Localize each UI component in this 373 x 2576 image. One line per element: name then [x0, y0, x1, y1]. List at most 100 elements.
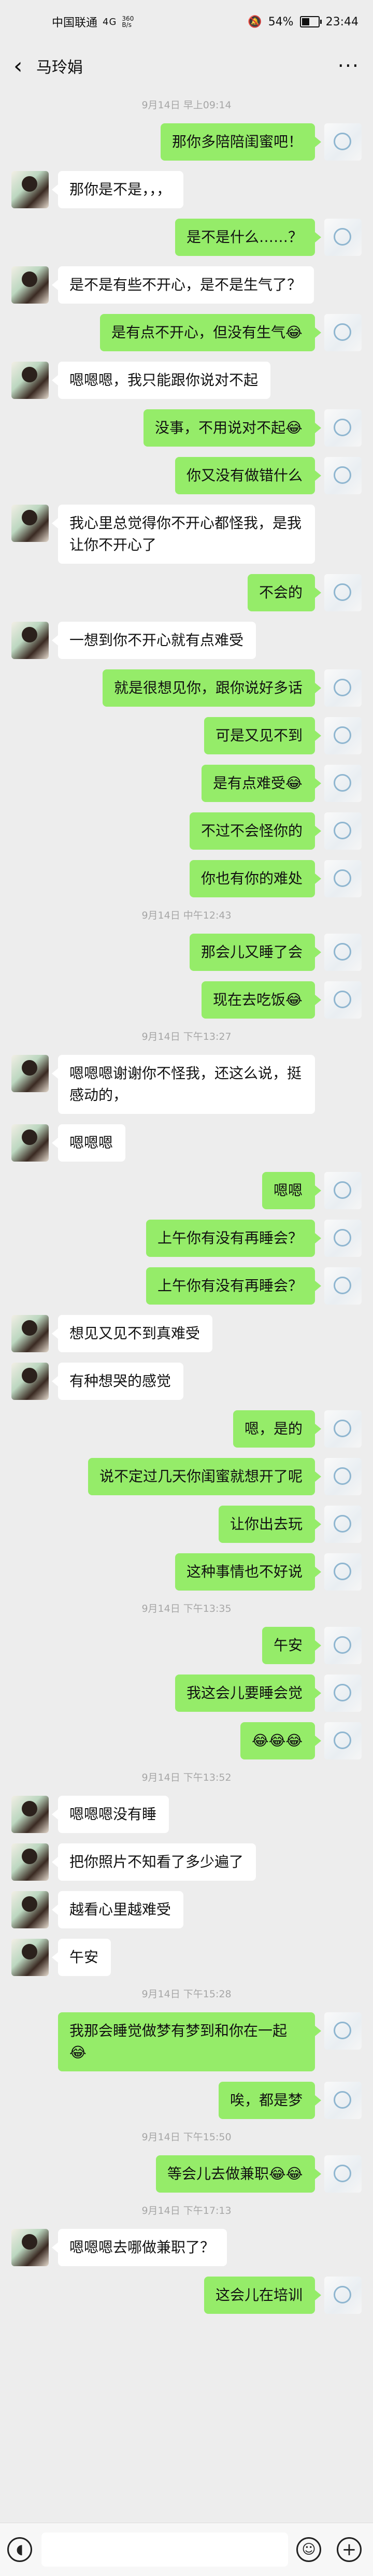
sent-message-bubble[interactable]: 那会儿又睡了会: [190, 934, 321, 971]
message-input[interactable]: [41, 2532, 288, 2567]
sent-message-bubble[interactable]: 嗯嗯: [262, 1172, 321, 1209]
my-avatar[interactable]: [324, 1458, 362, 1495]
more-dots-icon[interactable]: ···: [338, 54, 360, 77]
sent-message-bubble[interactable]: 这种事情也不好说: [175, 1553, 321, 1591]
my-avatar[interactable]: [324, 123, 362, 161]
message-row: 想见又见不到真难受: [0, 1315, 373, 1352]
voice-icon[interactable]: ◖: [7, 2537, 32, 2562]
received-message-bubble[interactable]: 想见又见不到真难受: [52, 1315, 212, 1352]
received-message-bubble[interactable]: 我心里总觉得你不开心都怪我，是我让你不开心了: [52, 505, 315, 564]
my-avatar[interactable]: [324, 1722, 362, 1759]
received-message-bubble[interactable]: 把你照片不知看了多少遍了: [52, 1843, 256, 1881]
my-avatar[interactable]: [324, 860, 362, 897]
contact-avatar[interactable]: [11, 1124, 49, 1162]
sent-message-bubble[interactable]: 这会儿在培训: [204, 2277, 321, 2314]
sent-message-bubble[interactable]: 不过不会怪你的: [190, 812, 321, 850]
received-message-bubble[interactable]: 是不是有些不开心，是不是生气了？: [52, 266, 314, 304]
contact-avatar[interactable]: [11, 1315, 49, 1352]
my-avatar[interactable]: [324, 1506, 362, 1543]
my-avatar[interactable]: [324, 1267, 362, 1305]
contact-avatar[interactable]: [11, 2229, 49, 2266]
received-message-bubble[interactable]: 越看心里越难受: [52, 1891, 183, 1928]
contact-avatar[interactable]: [11, 622, 49, 659]
contact-avatar[interactable]: [11, 1796, 49, 1833]
sent-message-bubble[interactable]: 我那会睡觉做梦有梦到和你在一起😂: [58, 2012, 321, 2071]
contact-avatar[interactable]: [11, 1843, 49, 1881]
sent-message-bubble[interactable]: 那你多陪陪闺蜜吧！: [161, 123, 321, 161]
received-message-bubble[interactable]: 嗯嗯嗯谢谢你不怪我，还这么说，挺感动的，: [52, 1055, 315, 1114]
contact-avatar[interactable]: [11, 1939, 49, 1976]
received-message-bubble[interactable]: 嗯嗯嗯: [52, 1124, 125, 1162]
sent-message-bubble[interactable]: 等会儿去做兼职😂😂: [156, 2155, 321, 2193]
my-avatar[interactable]: [324, 574, 362, 611]
sent-message-bubble[interactable]: 上午你有没有再睡会？: [146, 1267, 321, 1305]
received-message-bubble[interactable]: 午安: [52, 1939, 111, 1976]
message-row: 上午你有没有再睡会？: [0, 1220, 373, 1257]
sent-message-bubble[interactable]: 让你出去玩: [219, 1506, 321, 1543]
message-row: 你也有你的难处: [0, 860, 373, 897]
sent-message-bubble[interactable]: 午安: [262, 1627, 321, 1664]
my-avatar[interactable]: [324, 2155, 362, 2193]
my-avatar[interactable]: [324, 812, 362, 850]
my-avatar[interactable]: [324, 457, 362, 494]
contact-avatar[interactable]: [11, 1363, 49, 1400]
message-row: 上午你有没有再睡会？: [0, 1267, 373, 1305]
my-avatar[interactable]: [324, 765, 362, 802]
contact-avatar[interactable]: [11, 1891, 49, 1928]
my-avatar[interactable]: [324, 1410, 362, 1448]
my-avatar[interactable]: [324, 1172, 362, 1209]
timestamp: 9月14日 早上09:14: [141, 99, 232, 111]
my-avatar[interactable]: [324, 1553, 362, 1591]
my-avatar[interactable]: [324, 2012, 362, 2050]
received-message-bubble[interactable]: 那你是不是，，，: [52, 171, 183, 208]
battery-percent: 54%: [268, 15, 294, 28]
my-avatar[interactable]: [324, 2082, 362, 2119]
message-row: 午安: [0, 1627, 373, 1664]
sent-message-bubble[interactable]: 我这会儿要睡会觉: [175, 1675, 321, 1712]
contact-avatar[interactable]: [11, 362, 49, 399]
message-row: 那会儿又睡了会: [0, 934, 373, 971]
sent-message-bubble[interactable]: 嗯，是的: [233, 1410, 321, 1448]
received-message-bubble[interactable]: 一想到你不开心就有点难受: [52, 622, 256, 659]
contact-avatar[interactable]: [11, 171, 49, 208]
received-message-bubble[interactable]: 有种想哭的感觉: [52, 1363, 183, 1400]
my-avatar[interactable]: [324, 1220, 362, 1257]
received-message-bubble[interactable]: 嗯嗯嗯去哪做兼职了？: [52, 2229, 227, 2266]
received-message-bubble[interactable]: 嗯嗯嗯，我只能跟你说对不起: [52, 362, 270, 399]
my-avatar[interactable]: [324, 409, 362, 447]
sent-message-bubble[interactable]: 没事，不用说对不起😂: [144, 409, 321, 447]
sent-message-bubble[interactable]: 不会的: [248, 574, 321, 611]
sent-message-bubble[interactable]: 你也有你的难处: [190, 860, 321, 897]
emoji-icon[interactable]: ☺: [296, 2537, 321, 2562]
sent-message-bubble[interactable]: 是有点不开心，但没有生气😂: [100, 314, 321, 351]
timestamp: 9月14日 下午13:35: [141, 1603, 232, 1614]
message-list[interactable]: 9月14日 早上09:14 那你多陪陪闺蜜吧！ 那你是不是，，， 是不是什么……？ 是不…: [0, 88, 373, 2523]
my-avatar[interactable]: [324, 981, 362, 1019]
my-avatar[interactable]: [324, 1675, 362, 1712]
sent-message-bubble[interactable]: 😂😂😂: [240, 1722, 321, 1759]
plus-icon[interactable]: +: [337, 2537, 362, 2562]
my-avatar[interactable]: [324, 314, 362, 351]
my-avatar[interactable]: [324, 1627, 362, 1664]
my-avatar[interactable]: [324, 717, 362, 754]
sent-message-bubble[interactable]: 唉，都是梦: [219, 2082, 321, 2119]
contact-avatar[interactable]: [11, 505, 49, 542]
my-avatar[interactable]: [324, 219, 362, 256]
sent-message-bubble[interactable]: 就是很想见你，跟你说好多话: [103, 669, 321, 707]
timestamp: 9月14日 中午12:43: [141, 910, 232, 921]
back-chevron-icon[interactable]: ‹: [13, 53, 34, 79]
contact-avatar[interactable]: [11, 266, 49, 304]
sent-message-bubble[interactable]: 是有点难受😂: [202, 765, 321, 802]
contact-avatar[interactable]: [11, 1055, 49, 1092]
my-avatar[interactable]: [324, 669, 362, 707]
sent-message-bubble[interactable]: 上午你有没有再睡会？: [146, 1220, 321, 1257]
sent-message-bubble[interactable]: 现在去吃饭😂: [202, 981, 321, 1019]
my-avatar[interactable]: [324, 2277, 362, 2314]
sent-message-bubble[interactable]: 你又没有做错什么: [175, 457, 321, 494]
sent-message-bubble[interactable]: 说不定过几天你闺蜜就想开了呢: [88, 1458, 321, 1495]
sent-message-bubble[interactable]: 可是又见不到: [204, 717, 321, 754]
message-row: 越看心里越难受: [0, 1891, 373, 1928]
received-message-bubble[interactable]: 嗯嗯嗯没有睡: [52, 1796, 169, 1833]
sent-message-bubble[interactable]: 是不是什么……？: [175, 219, 321, 256]
my-avatar[interactable]: [324, 934, 362, 971]
